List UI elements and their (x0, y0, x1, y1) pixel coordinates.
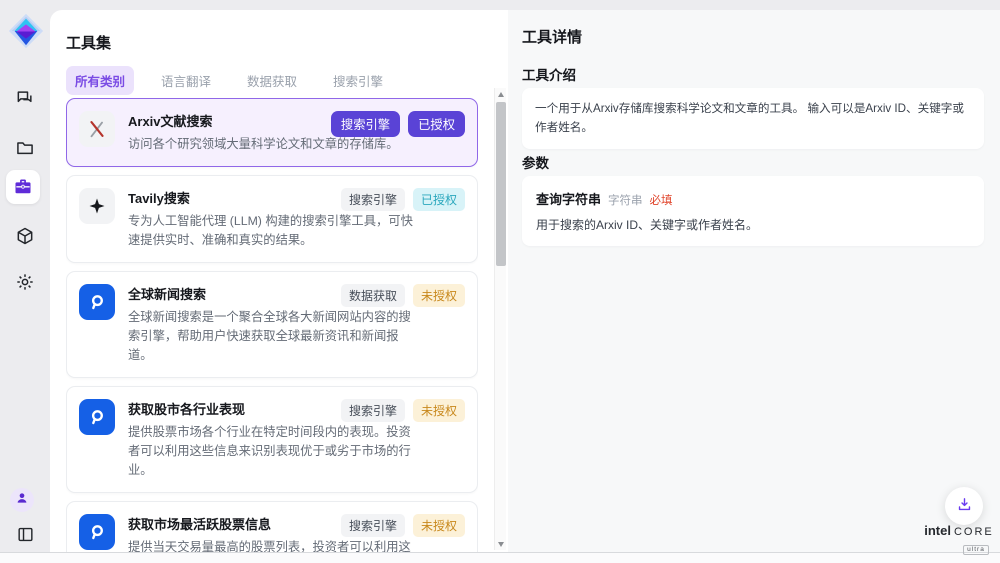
scroll-down-icon[interactable] (495, 538, 507, 550)
param-name: 查询字符串 (536, 189, 601, 208)
category-button[interactable]: 搜索引擎 (331, 111, 400, 137)
category-badge: 数据获取 (341, 284, 405, 307)
sidebar (0, 0, 50, 552)
param-desc: 用于搜索的Arxiv ID、关键字或作者姓名。 (536, 216, 970, 233)
user-avatar[interactable] (10, 488, 34, 512)
sidebar-item-settings[interactable] (11, 268, 39, 296)
ultra-badge: ultra (963, 545, 989, 555)
window-bottom-strip (0, 553, 1000, 563)
intel-core-logo: intel CORE ultra (927, 523, 991, 556)
news-search-icon (79, 514, 115, 550)
tool-card-global-news[interactable]: 全球新闻搜索 全球新闻搜索是一个聚合全球各大新闻网站内容的搜索引擎，帮助用户快速… (66, 271, 478, 378)
tab-translation[interactable]: 语言翻译 (152, 66, 220, 95)
scroll-up-icon[interactable] (495, 88, 507, 100)
authorized-button[interactable]: 已授权 (408, 111, 465, 137)
intro-card: 一个用于从Arxiv存储库搜索科学论文和文章的工具。 输入可以是Arxiv ID… (522, 88, 984, 149)
category-badge: 搜索引擎 (341, 514, 405, 537)
details-title: 工具详情 (522, 26, 582, 47)
auth-status-badge: 未授权 (413, 514, 465, 537)
page-title: 工具集 (66, 32, 111, 53)
tab-search-engine[interactable]: 搜索引擎 (324, 66, 392, 95)
param-type: 字符串 (608, 192, 643, 208)
tool-card-tavily[interactable]: Tavily搜索 专为人工智能代理 (LLM) 构建的搜索引擎工具，可快速提供实… (66, 175, 478, 263)
news-search-icon (79, 284, 115, 320)
core-wordmark: CORE (954, 526, 994, 538)
tool-card-desc: 提供当天交易量最高的股票列表，投资者可以利用这些信息来识别流动性强的股票和潜在的… (128, 538, 420, 552)
folder-icon (15, 138, 35, 158)
intro-heading: 工具介绍 (522, 64, 576, 84)
tools-panel: 工具集 所有类别 语言翻译 数据获取 搜索引擎 Arxiv文献搜索 访问各个研究… (50, 10, 508, 552)
param-card: 查询字符串 字符串 必填 用于搜索的Arxiv ID、关键字或作者姓名。 (522, 176, 984, 246)
sidebar-item-packages[interactable] (11, 222, 39, 250)
tool-details-panel: 工具详情 工具介绍 一个用于从Arxiv存储库搜索科学论文和文章的工具。 输入可… (508, 10, 1000, 552)
sidebar-item-tools[interactable] (6, 170, 40, 204)
news-search-icon (79, 399, 115, 435)
scrollbar-thumb[interactable] (496, 102, 506, 266)
download-button[interactable] (945, 487, 983, 525)
category-badge: 搜索引擎 (341, 188, 405, 211)
param-required-flag: 必填 (650, 192, 673, 208)
tab-data-fetch[interactable]: 数据获取 (238, 66, 306, 95)
auth-status-badge: 未授权 (413, 399, 465, 422)
tool-card-desc: 提供股票市场各个行业在特定时间段内的表现。投资者可以利用这些信息来识别表现优于或… (128, 423, 420, 480)
list-scrollbar[interactable] (494, 88, 506, 550)
category-tabs: 所有类别 语言翻译 数据获取 搜索引擎 (66, 66, 392, 95)
category-badge: 搜索引擎 (341, 399, 405, 422)
sidebar-item-files[interactable] (11, 134, 39, 162)
tab-all-categories[interactable]: 所有类别 (66, 66, 134, 95)
tool-card-arxiv[interactable]: Arxiv文献搜索 访问各个研究领域大量科学论文和文章的存储库。 搜索引擎 已授… (66, 98, 478, 167)
tool-card-sector-performance[interactable]: 获取股市各行业表现 提供股票市场各个行业在特定时间段内的表现。投资者可以利用这些… (66, 386, 478, 493)
tool-card-desc: 访问各个研究领域大量科学论文和文章的存储库。 (128, 135, 420, 154)
tool-card-desc: 全球新闻搜索是一个聚合全球各大新闻网站内容的搜索引擎，帮助用户快速获取全球最新资… (128, 308, 420, 365)
person-icon (15, 491, 29, 510)
sparkle-icon (79, 188, 115, 224)
intro-text: 一个用于从Arxiv存储库搜索科学论文和文章的工具。 输入可以是Arxiv ID… (535, 100, 971, 137)
tool-list: Arxiv文献搜索 访问各个研究领域大量科学论文和文章的存储库。 搜索引擎 已授… (66, 98, 478, 552)
auth-status-badge: 未授权 (413, 284, 465, 307)
sidebar-item-chat[interactable] (11, 84, 39, 112)
auth-status-badge: 已授权 (413, 188, 465, 211)
app-logo-icon (7, 12, 45, 50)
gear-icon (15, 272, 35, 292)
chat-icon (15, 88, 35, 108)
layout-panel-icon (16, 525, 35, 544)
app-window: 工具集 所有类别 语言翻译 数据获取 搜索引擎 Arxiv文献搜索 访问各个研究… (0, 0, 1000, 563)
sidebar-item-layout[interactable] (11, 520, 39, 548)
arxiv-icon (79, 111, 115, 147)
briefcase-icon (13, 177, 33, 197)
download-icon (956, 496, 973, 516)
params-heading: 参数 (522, 152, 549, 172)
tool-card-most-active-stocks[interactable]: 获取市场最活跃股票信息 提供当天交易量最高的股票列表，投资者可以利用这些信息来识… (66, 501, 478, 552)
cube-icon (15, 226, 35, 246)
tool-card-desc: 专为人工智能代理 (LLM) 构建的搜索引擎工具，可快速提供实时、准确和真实的结… (128, 212, 420, 250)
intel-wordmark: intel (924, 523, 951, 538)
